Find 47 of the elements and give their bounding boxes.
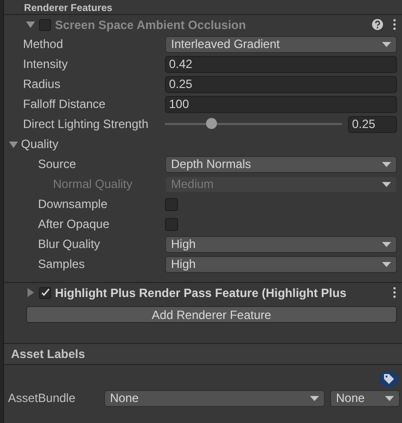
dropdown[interactable]: None <box>104 390 325 406</box>
property-label: Intensity <box>23 57 68 71</box>
help-icon[interactable] <box>372 19 383 30</box>
property-label: Normal Quality <box>53 177 132 191</box>
property-label: Quality <box>21 137 58 151</box>
number-field[interactable]: 0.42 <box>165 56 397 72</box>
add-renderer-feature-button[interactable]: Add Renderer Feature <box>26 306 397 323</box>
dropdown-arrow-icon <box>382 242 391 246</box>
feature-title: Screen Space Ambient Occlusion <box>55 18 247 32</box>
number-field[interactable]: 0.25 <box>165 76 397 92</box>
property-label: Radius <box>23 77 60 91</box>
dropdown[interactable]: Interleaved Gradient <box>165 36 397 52</box>
more-options-icon[interactable] <box>393 19 396 30</box>
collapse-caret-icon[interactable] <box>26 20 35 29</box>
property-label: Blur Quality <box>38 237 100 251</box>
dropdown-arrow-icon <box>382 42 391 46</box>
number-field[interactable]: 100 <box>165 96 397 112</box>
dropdown-arrow-icon <box>310 396 319 400</box>
dropdown[interactable]: Depth Normals <box>165 156 397 172</box>
section-title: Asset Labels <box>11 347 86 361</box>
checkbox[interactable] <box>39 18 51 30</box>
property-label: Samples <box>38 257 85 271</box>
property-label: Method <box>23 37 64 51</box>
dropdown-arrow-icon <box>385 396 394 400</box>
dropdown-arrow-icon <box>382 182 391 186</box>
property-label: Falloff Distance <box>23 97 106 111</box>
slider-thumb[interactable] <box>206 118 218 129</box>
dropdown-arrow-icon <box>382 262 391 266</box>
checkbox[interactable] <box>39 286 51 298</box>
property-label: After Opaque <box>38 217 110 231</box>
property-label: AssetBundle <box>8 391 76 405</box>
dropdown[interactable]: High <box>165 256 397 272</box>
number-field[interactable]: 0.25 <box>348 116 397 132</box>
feature-title: Highlight Plus Render Pass Feature (Highlight Plus <box>55 286 348 300</box>
collapse-caret-icon[interactable] <box>9 140 18 148</box>
section-title: Renderer Features <box>24 3 112 14</box>
more-options-icon[interactable] <box>393 287 396 298</box>
property-label: Source <box>38 157 76 171</box>
property-label: Direct Lighting Strength <box>23 117 148 131</box>
tag-icon[interactable] <box>379 371 399 387</box>
checkbox[interactable] <box>165 218 178 230</box>
property-label: Downsample <box>38 197 108 211</box>
checkbox[interactable] <box>165 198 178 210</box>
expand-caret-icon[interactable] <box>26 288 35 297</box>
dropdown[interactable]: High <box>165 236 397 252</box>
dropdown-arrow-icon <box>382 162 391 166</box>
dropdown[interactable]: None <box>330 390 400 406</box>
